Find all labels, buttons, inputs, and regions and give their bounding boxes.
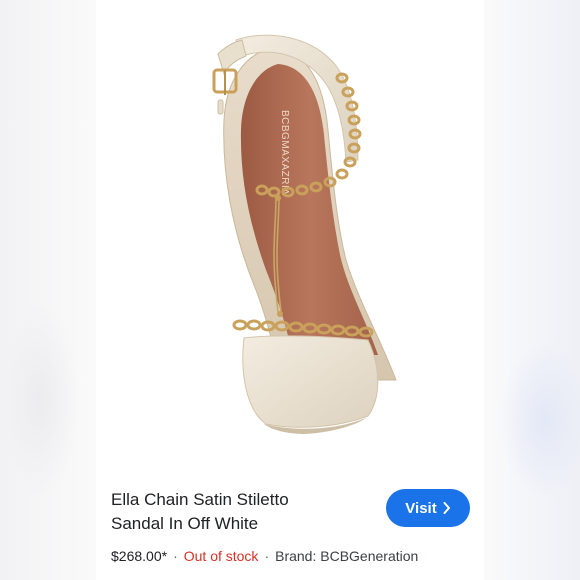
product-brand: Brand: BCBGeneration xyxy=(275,548,419,564)
product-image[interactable]: BCBGMAXAZRIA xyxy=(96,0,484,470)
background-blur-left xyxy=(0,0,96,580)
sandal-illustration: BCBGMAXAZRIA xyxy=(212,34,397,434)
separator-dot: · xyxy=(173,548,178,564)
separator-dot: · xyxy=(264,548,270,564)
product-meta: $268.00* · Out of stock · Brand: BCBGenerati… xyxy=(111,547,418,565)
visit-button-label: Visit xyxy=(405,499,437,517)
background-blur-right xyxy=(484,0,580,580)
product-title[interactable]: Ella Chain Satin Stiletto Sandal In Off … xyxy=(111,488,361,536)
chevron-right-icon xyxy=(443,502,451,514)
shopping-result-page: BCBGMAXAZRIA Ella Chain Satin Stiletto S… xyxy=(0,0,580,580)
stock-status: Out of stock xyxy=(183,548,259,564)
product-title-line-1: Ella Chain Satin Stiletto xyxy=(111,490,289,509)
product-price: $268.00* xyxy=(111,548,168,564)
product-info: Ella Chain Satin Stiletto Sandal In Off … xyxy=(96,470,484,580)
product-card[interactable]: BCBGMAXAZRIA Ella Chain Satin Stiletto S… xyxy=(96,0,484,580)
brand-imprint: BCBGMAXAZRIA xyxy=(279,110,290,195)
product-title-line-2: Sandal In Off White xyxy=(111,514,259,533)
visit-button[interactable]: Visit xyxy=(386,489,470,527)
